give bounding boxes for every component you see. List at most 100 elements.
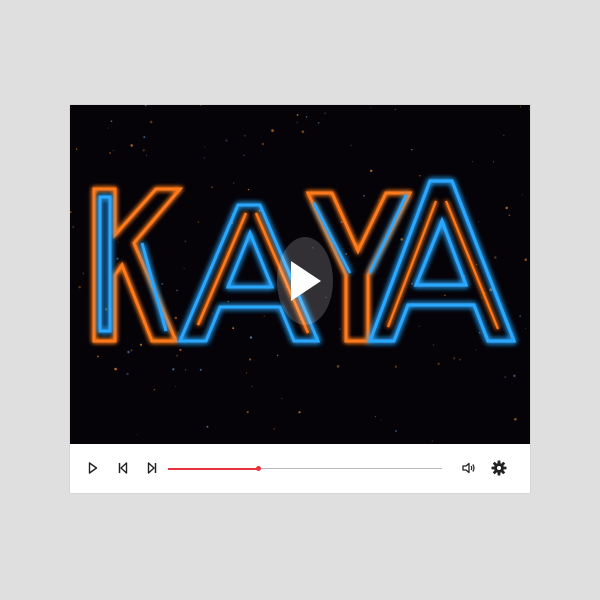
particle xyxy=(418,325,420,327)
particle xyxy=(370,107,372,109)
particle xyxy=(432,344,435,346)
particle xyxy=(505,206,508,210)
particle xyxy=(281,397,283,400)
particle xyxy=(338,328,341,330)
particle xyxy=(109,152,111,154)
particle xyxy=(204,146,206,148)
particle xyxy=(431,440,433,442)
particle xyxy=(444,294,446,296)
particle xyxy=(176,289,178,292)
particle xyxy=(199,105,202,106)
particle xyxy=(130,144,133,147)
particle xyxy=(174,316,178,320)
settings-button[interactable] xyxy=(489,458,509,478)
play-button[interactable] xyxy=(83,458,103,478)
volume-button[interactable] xyxy=(459,458,479,478)
particle xyxy=(127,350,130,354)
particle xyxy=(324,112,326,114)
particle xyxy=(139,343,143,346)
particle xyxy=(197,221,199,223)
play-icon xyxy=(88,462,98,474)
particle xyxy=(411,149,413,151)
particle xyxy=(263,315,265,317)
particle xyxy=(225,139,228,142)
particle xyxy=(144,105,147,107)
particle xyxy=(82,272,85,275)
particle xyxy=(400,238,403,241)
particle xyxy=(478,332,481,334)
particle xyxy=(145,154,148,156)
big-play-button[interactable] xyxy=(275,233,335,329)
particle xyxy=(489,288,493,292)
particle xyxy=(471,161,473,163)
particle xyxy=(350,144,352,147)
particle xyxy=(177,332,179,334)
previous-button[interactable] xyxy=(113,458,133,478)
particle xyxy=(142,149,145,152)
letter-a2 xyxy=(367,179,517,343)
skip-previous-icon xyxy=(118,462,128,474)
particle xyxy=(513,374,516,378)
particle xyxy=(340,220,343,224)
particle xyxy=(246,411,249,414)
particle xyxy=(172,368,175,371)
particle xyxy=(179,348,182,351)
particle xyxy=(176,355,178,357)
particle xyxy=(130,349,133,352)
particle xyxy=(243,134,246,137)
particle xyxy=(345,253,347,255)
particle xyxy=(212,313,213,315)
particle xyxy=(112,149,114,151)
particle xyxy=(104,308,108,311)
particle xyxy=(476,263,478,266)
particle xyxy=(227,300,230,303)
particle xyxy=(317,121,320,124)
seek-thumb[interactable] xyxy=(256,466,262,471)
particle xyxy=(301,130,305,133)
particle xyxy=(117,241,119,243)
seek-progress xyxy=(168,468,259,470)
particle xyxy=(363,195,365,197)
particle xyxy=(247,188,250,191)
particle xyxy=(243,154,245,157)
particle xyxy=(273,428,275,430)
particle xyxy=(524,258,527,261)
particle xyxy=(249,336,253,339)
particle xyxy=(394,365,398,368)
seek-bar[interactable] xyxy=(168,466,442,472)
particle xyxy=(380,419,382,421)
particle xyxy=(519,106,521,108)
particle xyxy=(525,327,527,329)
particle xyxy=(149,120,153,124)
particle xyxy=(75,148,78,150)
particle xyxy=(161,283,163,285)
video-frame[interactable] xyxy=(70,105,530,444)
particle xyxy=(296,114,299,116)
particle xyxy=(183,268,185,270)
particle xyxy=(211,186,214,189)
particle xyxy=(477,221,480,223)
particle xyxy=(143,136,146,139)
particle xyxy=(114,367,117,371)
gear-icon xyxy=(491,460,507,476)
skip-next-icon xyxy=(147,462,157,474)
volume-icon xyxy=(462,462,475,474)
particle xyxy=(504,376,507,378)
particle xyxy=(110,120,113,123)
particle xyxy=(206,425,209,428)
particle xyxy=(305,116,308,118)
particle xyxy=(276,354,279,357)
control-bar xyxy=(70,444,530,493)
particle xyxy=(374,416,376,418)
particle xyxy=(480,297,482,299)
particle xyxy=(503,134,505,137)
particle xyxy=(370,169,373,172)
particle xyxy=(245,372,247,374)
particle xyxy=(508,214,511,217)
particle xyxy=(126,372,129,376)
particle xyxy=(251,385,253,387)
next-button[interactable] xyxy=(142,458,162,478)
particle xyxy=(232,182,235,184)
particle xyxy=(378,199,380,201)
particle xyxy=(116,257,119,260)
